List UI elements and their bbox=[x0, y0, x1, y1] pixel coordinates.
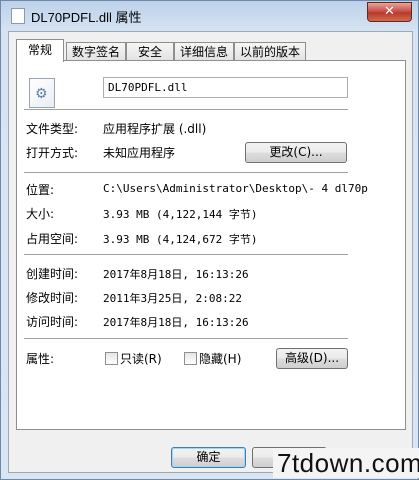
general-panel: ⚙ DL70PDFL.dll 文件类型: 应用程序扩展 (.dll) 打开方式:… bbox=[16, 60, 406, 430]
tab-strip: 常规 数字签名 安全 详细信息 以前的版本 bbox=[16, 39, 408, 62]
hidden-label[interactable]: 隐藏(H) bbox=[199, 350, 241, 367]
close-button[interactable]: ✕ bbox=[367, 2, 412, 22]
dll-file-icon: ⚙ bbox=[29, 78, 55, 108]
open-with-value: 未知应用程序 bbox=[103, 146, 176, 160]
accessed-value: 2017年8月18日, 16:13:26 bbox=[103, 316, 249, 329]
change-button[interactable]: 更改(C)... bbox=[245, 142, 347, 163]
attributes-label: 属性: bbox=[26, 352, 55, 366]
gear-icon: ⚙ bbox=[35, 86, 48, 102]
watermark-text: 7tdown.com bbox=[273, 448, 419, 478]
tab-details[interactable]: 详细信息 bbox=[174, 42, 234, 61]
separator bbox=[24, 338, 348, 340]
modified-label: 修改时间: bbox=[26, 291, 79, 305]
separator bbox=[24, 254, 348, 256]
advanced-button[interactable]: 高级(D)... bbox=[276, 348, 348, 369]
size-on-disk-value: 3.93 MB (4,124,672 字节) bbox=[103, 233, 258, 246]
created-value: 2017年8月18日, 16:13:26 bbox=[103, 268, 249, 281]
tab-digital-signatures[interactable]: 数字签名 bbox=[66, 42, 126, 61]
tab-general[interactable]: 常规 bbox=[16, 39, 64, 62]
accessed-label: 访问时间: bbox=[26, 315, 79, 329]
location-label: 位置: bbox=[26, 183, 55, 197]
dialog-client: 常规 数字签名 安全 详细信息 以前的版本 ⚙ DL70PDFL.dll 文件类… bbox=[8, 31, 413, 473]
properties-window: DL70PDFL.dll 属性 ✕ 常规 数字签名 安全 详细信息 以前的版本 … bbox=[0, 0, 419, 480]
size-value: 3.93 MB (4,122,144 字节) bbox=[103, 208, 258, 221]
ok-button[interactable]: 确定 bbox=[171, 447, 246, 468]
tab-security[interactable]: 安全 bbox=[126, 42, 174, 61]
title-bar[interactable]: DL70PDFL.dll 属性 ✕ bbox=[1, 1, 418, 31]
modified-value: 2011年3月25日, 2:08:22 bbox=[103, 292, 242, 305]
file-type-label: 文件类型: bbox=[26, 122, 79, 136]
tab-previous-versions[interactable]: 以前的版本 bbox=[234, 42, 306, 61]
file-icon bbox=[11, 8, 25, 24]
size-on-disk-label: 占用空间: bbox=[26, 232, 79, 246]
file-type-value: 应用程序扩展 (.dll) bbox=[103, 122, 207, 136]
file-name-field[interactable]: DL70PDFL.dll bbox=[103, 77, 348, 98]
size-label: 大小: bbox=[26, 207, 55, 221]
separator bbox=[24, 172, 348, 174]
hidden-checkbox[interactable] bbox=[184, 352, 197, 365]
location-value: C:\Users\Administrator\Desktop\- 4 dl70p bbox=[103, 182, 368, 195]
open-with-label: 打开方式: bbox=[26, 146, 79, 160]
readonly-label[interactable]: 只读(R) bbox=[120, 350, 162, 367]
window-title: DL70PDFL.dll 属性 bbox=[31, 10, 142, 25]
separator bbox=[24, 109, 348, 111]
created-label: 创建时间: bbox=[26, 267, 79, 281]
readonly-checkbox[interactable] bbox=[105, 352, 118, 365]
